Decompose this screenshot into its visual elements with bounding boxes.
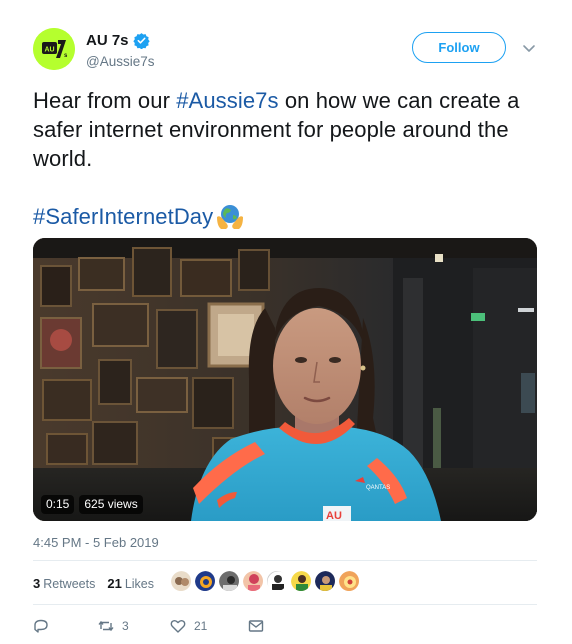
hashtag-safer-internet-day[interactable]: #SaferInternetDay: [33, 202, 213, 231]
retweets-stat[interactable]: 3 Retweets: [33, 576, 95, 591]
liker-avatar[interactable]: [290, 570, 312, 592]
retweets-label: Retweets: [43, 576, 96, 591]
likes-stat[interactable]: 21 Likes: [107, 576, 154, 591]
follow-button[interactable]: Follow: [412, 32, 506, 63]
liker-avatar[interactable]: [194, 570, 216, 592]
video-player[interactable]: AU QANTAS 0:15 625 views: [33, 238, 537, 521]
handle[interactable]: @Aussie7s: [86, 54, 154, 69]
likers-avatars: [170, 570, 360, 592]
retweet-icon: [98, 620, 114, 632]
avatar[interactable]: AU s: [33, 28, 75, 70]
retweets-count: 3: [33, 575, 41, 591]
verified-badge-icon: [132, 32, 150, 49]
tweet-timestamp[interactable]: 4:45 PM - 5 Feb 2019: [33, 535, 159, 550]
video-duration: 0:15: [41, 495, 75, 514]
tweet-text: Hear from our #Aussie7s on how we can cr…: [33, 86, 543, 231]
liker-avatar[interactable]: [242, 570, 264, 592]
tweet-actions: 3 21: [33, 615, 264, 637]
retweet-button[interactable]: 3: [98, 618, 170, 634]
liker-avatar[interactable]: [266, 570, 288, 592]
reply-icon: [34, 619, 48, 633]
jersey-sponsor: QANTAS: [366, 485, 390, 491]
video-thumbnail: AU QANTAS: [33, 238, 537, 521]
tweet-stats: 3 Retweets 21 Likes: [33, 573, 154, 593]
liker-avatar[interactable]: [170, 570, 192, 592]
direct-message-button[interactable]: [248, 618, 264, 634]
display-name[interactable]: AU 7s: [86, 32, 129, 49]
author-names: AU 7s @Aussie7s: [86, 30, 154, 70]
chevron-down-icon[interactable]: [519, 38, 539, 58]
svg-text:AU: AU: [44, 47, 54, 54]
likes-count: 21: [107, 575, 122, 591]
divider-top: [33, 560, 537, 561]
tweet-paragraph: Hear from our #Aussie7s on how we can cr…: [33, 86, 543, 173]
hashtag-aussie7s[interactable]: #Aussie7s: [176, 88, 278, 113]
video-views: 625 views: [79, 495, 143, 514]
liker-avatar[interactable]: [338, 570, 360, 592]
reply-button[interactable]: [33, 618, 98, 634]
tweet-text-before: Hear from our: [33, 88, 177, 113]
au7s-logo-icon: AU s: [33, 28, 75, 70]
heart-icon: [170, 619, 186, 633]
globe-in-hands-icon: [217, 204, 244, 229]
liker-avatar[interactable]: [218, 570, 240, 592]
divider-bottom: [33, 604, 537, 605]
liker-avatar[interactable]: [314, 570, 336, 592]
envelope-icon: [248, 620, 264, 632]
tweet-header: AU s AU 7s @Aussie7s Follow: [33, 28, 553, 72]
like-count: 21: [194, 619, 208, 633]
tweet-paragraph-hashtag: #SaferInternetDay: [33, 202, 543, 231]
like-button[interactable]: 21: [170, 618, 248, 634]
video-badges: 0:15 625 views: [41, 495, 143, 514]
jersey-text: AU: [326, 510, 342, 521]
retweet-count: 3: [122, 619, 129, 633]
likes-label: Likes: [124, 576, 154, 591]
